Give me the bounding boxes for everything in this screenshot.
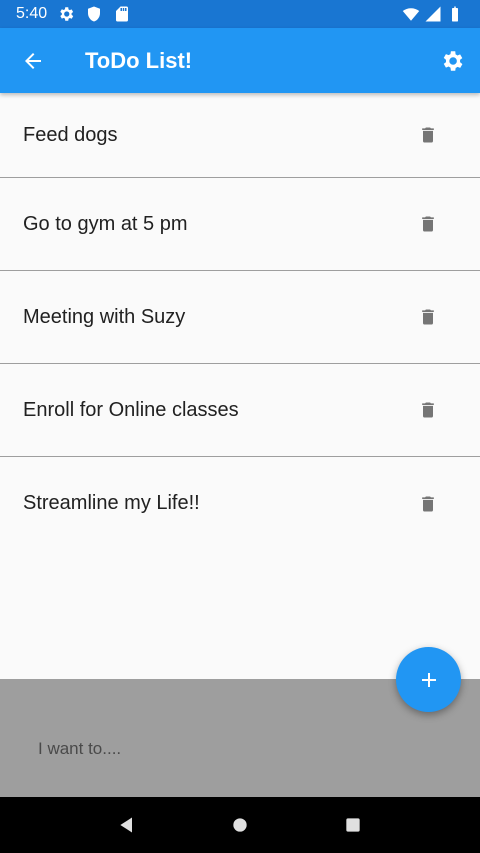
todo-text: Streamline my Life!! [23,492,200,514]
back-button[interactable] [1,28,65,93]
delete-button[interactable] [416,123,440,147]
nav-home-button[interactable] [220,805,260,845]
todo-item[interactable]: Go to gym at 5 pm [0,178,480,271]
trash-icon [422,127,434,143]
wifi-icon [402,5,420,23]
delete-button[interactable] [416,398,440,422]
todo-input[interactable] [38,735,438,763]
todo-item[interactable]: Feed dogs [0,93,480,178]
status-bar: 5:40 [0,0,480,28]
gear-icon [443,50,463,71]
status-right [402,5,464,23]
signal-icon [424,5,442,23]
settings-button[interactable] [424,28,480,93]
plus-icon [421,672,436,687]
todo-text: Go to gym at 5 pm [23,212,188,235]
app-bar: ToDo List! [0,28,480,93]
todo-text: Feed dogs [23,123,118,146]
nav-back-button[interactable] [107,805,147,845]
home-circle-icon [233,818,247,832]
shield-icon [85,5,103,23]
todo-list: Feed dogs Go to gym at 5 pm Meeting with… [0,93,480,550]
trash-icon [422,496,434,511]
todo-text: Enroll for Online classes [23,398,239,421]
status-left: 5:40 [16,5,131,23]
delete-button[interactable] [416,492,440,516]
trash-icon [422,309,434,325]
delete-button[interactable] [416,212,440,236]
add-todo-button[interactable] [396,647,461,712]
trash-icon [422,216,434,232]
nav-bar [0,797,480,853]
arrow-back-icon [25,52,41,69]
todo-item[interactable]: Streamline my Life!! [0,457,480,550]
delete-button[interactable] [416,305,440,329]
battery-icon [446,5,464,23]
status-time: 5:40 [16,5,48,22]
back-triangle-icon [119,817,132,833]
page-title: ToDo List! [85,47,193,73]
sd-card-icon [113,5,131,23]
todo-item[interactable]: Enroll for Online classes [0,364,480,457]
trash-icon [422,402,434,418]
todo-text: Meeting with Suzy [23,305,186,328]
todo-item[interactable]: Meeting with Suzy [0,271,480,364]
recents-square-icon [346,818,360,832]
nav-recents-button[interactable] [333,805,373,845]
gear-icon [57,5,75,23]
